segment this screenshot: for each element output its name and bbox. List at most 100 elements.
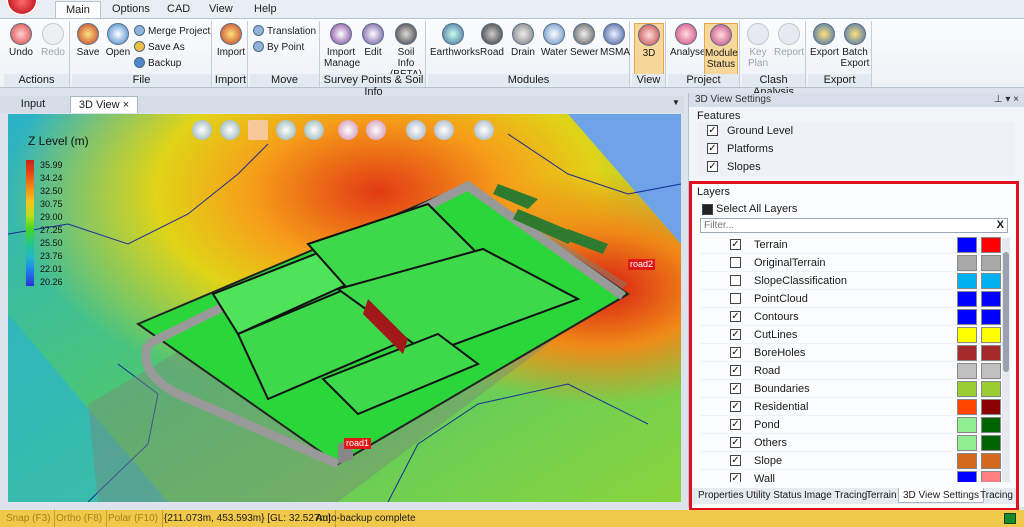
layer-color-swatch[interactable] [981, 471, 1001, 482]
drain-button[interactable]: Drain [508, 23, 538, 58]
feature-checkbox[interactable]: ✓ [707, 161, 718, 172]
filter-clear-icon[interactable]: X [997, 219, 1004, 231]
layer-color-swatch[interactable] [981, 417, 1001, 433]
batch-export-button[interactable]: Batch Export [840, 23, 870, 69]
report-button[interactable]: Report [774, 23, 804, 58]
layer-checkbox[interactable]: ✓ [730, 455, 741, 466]
road-button[interactable]: Road [478, 23, 506, 58]
layer-row[interactable]: ✓ Pond [700, 416, 1001, 434]
merge-project-button[interactable]: Merge Project [134, 25, 210, 38]
layer-row[interactable]: ✓ Contours [700, 308, 1001, 326]
import-button[interactable]: Import [216, 23, 246, 58]
polar-toggle[interactable]: Polar (F10) [104, 510, 164, 527]
undo-button[interactable]: Undo [6, 23, 36, 58]
layer-color-swatch[interactable] [957, 381, 977, 397]
feature-slopes[interactable]: ✓ Slopes [697, 158, 1015, 176]
display-mode-icon[interactable] [406, 120, 426, 140]
module-status-button[interactable]: Module Status [704, 23, 738, 75]
save-button[interactable]: Save [74, 23, 102, 58]
layer-color-swatch[interactable] [981, 363, 1001, 379]
edit-button[interactable]: Edit [360, 23, 386, 58]
redo-button[interactable]: Redo [38, 23, 68, 58]
feature-checkbox[interactable]: ✓ [707, 125, 718, 136]
rotate-icon[interactable] [276, 120, 296, 140]
tab-terrain[interactable]: Terrain [862, 488, 901, 503]
water-button[interactable]: Water [540, 23, 568, 58]
layer-color-swatch[interactable] [957, 309, 977, 325]
feature-checkbox[interactable]: ✓ [707, 143, 718, 154]
zoom-icon[interactable] [220, 120, 240, 140]
settings-icon[interactable] [474, 120, 494, 140]
key-plan-button[interactable]: Key Plan [744, 23, 772, 69]
layer-color-swatch[interactable] [957, 435, 977, 451]
tab-properties[interactable]: Properties [694, 488, 748, 503]
layer-color-swatch[interactable] [981, 453, 1001, 469]
panel-controls-icon[interactable]: ⊥ ▾ × [994, 93, 1019, 107]
tab-image-tracing[interactable]: Image Tracing [800, 488, 871, 503]
save-as-button[interactable]: Save As [134, 41, 185, 54]
layer-color-swatch[interactable] [957, 255, 977, 271]
earthworks-button[interactable]: Earthworks [430, 23, 480, 58]
layer-color-swatch[interactable] [981, 345, 1001, 361]
app-logo-icon[interactable] [6, 0, 38, 16]
layer-row[interactable]: ✓ Wall [700, 470, 1001, 482]
3d-view-button[interactable]: 3D [634, 23, 664, 75]
layers-scrollbar[interactable] [1002, 238, 1010, 482]
layer-checkbox[interactable]: ✓ [730, 239, 741, 250]
layer-checkbox[interactable]: ✓ [730, 347, 741, 358]
layer-color-swatch[interactable] [957, 417, 977, 433]
layer-color-swatch[interactable] [981, 327, 1001, 343]
layer-row[interactable]: PointCloud [700, 290, 1001, 308]
soil-info-button[interactable]: Soil Info (BETA) [388, 23, 424, 80]
msma-button[interactable]: MSMA [600, 23, 630, 58]
shading-icon[interactable] [434, 120, 454, 140]
layer-row[interactable]: ✓ CutLines [700, 326, 1001, 344]
import-manage-button[interactable]: Import Manage [324, 23, 360, 69]
feature-platforms[interactable]: ✓ Platforms [697, 140, 1015, 158]
tab-options[interactable]: Options [102, 1, 160, 18]
layer-checkbox[interactable]: ✓ [730, 329, 741, 340]
filter-input[interactable]: Filter... X [700, 218, 1008, 233]
layer-row[interactable]: ✓ Boundaries [700, 380, 1001, 398]
layer-row[interactable]: ✓ Road [700, 362, 1001, 380]
backup-button[interactable]: Backup [134, 57, 181, 70]
layer-color-swatch[interactable] [957, 399, 977, 415]
layer-row[interactable]: ✓ Terrain [700, 236, 1001, 254]
layer-checkbox[interactable] [730, 275, 741, 286]
layer-checkbox[interactable]: ✓ [730, 437, 741, 448]
fit-view-icon[interactable] [304, 120, 324, 140]
layer-color-swatch[interactable] [981, 255, 1001, 271]
layer-color-swatch[interactable] [981, 399, 1001, 415]
layer-color-swatch[interactable] [957, 363, 977, 379]
tab-cad[interactable]: CAD [157, 1, 200, 18]
layer-color-swatch[interactable] [981, 273, 1001, 289]
layer-checkbox[interactable]: ✓ [730, 383, 741, 394]
analyse-button[interactable]: Analyse [670, 23, 706, 58]
layer-color-swatch[interactable] [981, 237, 1001, 253]
tab-3d-view[interactable]: 3D View × [70, 96, 138, 113]
tab-utility-status[interactable]: Utility Status [742, 488, 806, 503]
layer-row[interactable]: ✓ Residential [700, 398, 1001, 416]
layer-checkbox[interactable] [730, 293, 741, 304]
select-all-layers[interactable]: Select All Layers [702, 203, 797, 215]
tab-main[interactable]: Main [55, 1, 101, 19]
sewer-button[interactable]: Sewer [570, 23, 598, 58]
tab-input[interactable]: Input [8, 96, 58, 113]
layer-row[interactable]: ✓ Others [700, 434, 1001, 452]
layer-checkbox[interactable]: ✓ [730, 419, 741, 430]
export-button[interactable]: Export [810, 23, 839, 58]
layer-checkbox[interactable]: ✓ [730, 365, 741, 376]
layer-color-swatch[interactable] [957, 453, 977, 469]
ortho-toggle[interactable]: Ortho (F8) [52, 510, 108, 527]
layer-color-swatch[interactable] [957, 327, 977, 343]
close-icon[interactable]: × [123, 99, 129, 111]
scrollbar-thumb[interactable] [1003, 252, 1009, 372]
layer-color-swatch[interactable] [957, 471, 977, 482]
3d-viewport[interactable]: Z Level (m) 35.99 34.24 32.50 30.75 29.0… [8, 114, 681, 502]
layer-row[interactable]: SlopeClassification [700, 272, 1001, 290]
tab-view[interactable]: View [199, 1, 243, 18]
translation-button[interactable]: Translation [253, 25, 316, 38]
snap-toggle[interactable]: Snap (F3) [2, 510, 56, 527]
layer-color-swatch[interactable] [981, 381, 1001, 397]
layer-checkbox[interactable]: ✓ [730, 401, 741, 412]
